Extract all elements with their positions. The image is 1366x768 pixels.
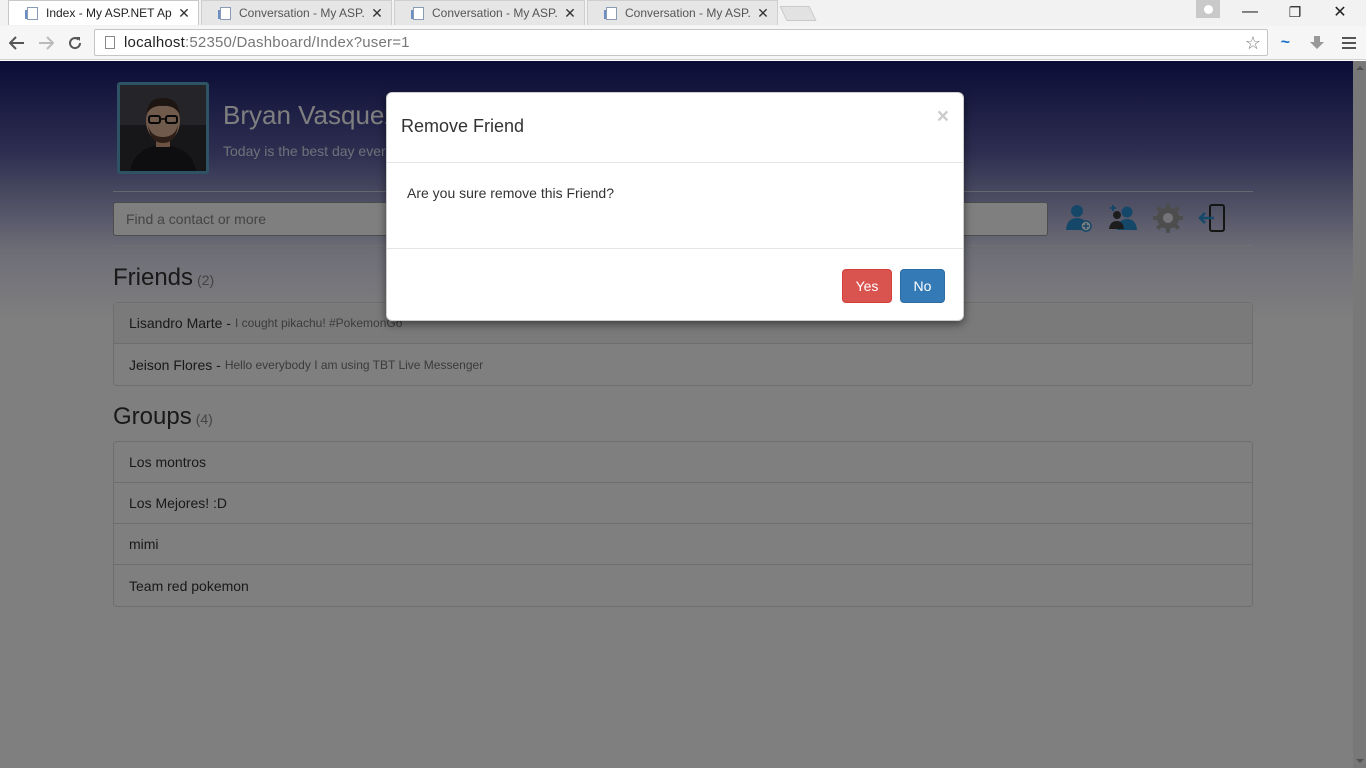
tab-title: Conversation - My ASP.NE bbox=[239, 6, 365, 20]
page-icon bbox=[25, 6, 38, 20]
tab-title: Conversation - My ASP.NE bbox=[432, 6, 558, 20]
tab-close-icon[interactable]: ✕ bbox=[178, 5, 190, 22]
modal-title: Remove Friend bbox=[401, 116, 525, 136]
close-icon[interactable]: × bbox=[937, 105, 949, 129]
forward-arrow-icon[interactable] bbox=[34, 31, 58, 55]
yes-button[interactable]: Yes bbox=[842, 269, 892, 303]
tab-close-icon[interactable]: ✕ bbox=[564, 5, 576, 22]
page-icon bbox=[604, 6, 617, 20]
download-icon[interactable] bbox=[1306, 33, 1328, 53]
tab-close-icon[interactable]: ✕ bbox=[371, 5, 383, 22]
menu-icon[interactable] bbox=[1338, 33, 1360, 53]
page-info-icon[interactable] bbox=[105, 36, 115, 49]
browser-tab-conversation-2[interactable]: Conversation - My ASP.NE ✕ bbox=[394, 0, 585, 25]
back-arrow-icon[interactable] bbox=[5, 31, 29, 55]
extension-icon[interactable]: ~ bbox=[1274, 33, 1296, 53]
tab-close-icon[interactable]: ✕ bbox=[757, 5, 769, 22]
browser-tab-index[interactable]: Index - My ASP.NET Appli ✕ bbox=[8, 0, 199, 25]
tab-title: Conversation - My ASP.NE bbox=[625, 6, 751, 20]
close-window-button[interactable]: ✕ bbox=[1318, 0, 1362, 24]
remove-friend-dialog: Remove Friend × Are you sure remove this… bbox=[386, 92, 964, 321]
url-text: localhost:52350/Dashboard/Index?user=1 bbox=[124, 34, 410, 51]
confirmation-message: Are you sure remove this Friend? bbox=[407, 185, 614, 201]
browser-tab-conversation-3[interactable]: Conversation - My ASP.NE ✕ bbox=[587, 0, 778, 25]
modal-footer: Yes No bbox=[387, 249, 963, 321]
minimize-button[interactable]: — bbox=[1228, 0, 1272, 24]
browser-tab-conversation-1[interactable]: Conversation - My ASP.NE ✕ bbox=[201, 0, 392, 25]
page-icon bbox=[218, 6, 231, 20]
bookmark-star-icon[interactable]: ☆ bbox=[1245, 33, 1261, 54]
no-button[interactable]: No bbox=[900, 269, 945, 303]
browser-toolbar: localhost:52350/Dashboard/Index?user=1 ☆… bbox=[0, 26, 1366, 60]
page-icon bbox=[411, 6, 424, 20]
restore-button[interactable]: ❐ bbox=[1273, 0, 1317, 24]
browser-tab-strip: Index - My ASP.NET Appli ✕ Conversation … bbox=[0, 0, 1366, 26]
new-tab-button[interactable] bbox=[779, 6, 817, 21]
tab-title: Index - My ASP.NET Appli bbox=[46, 6, 172, 20]
reload-icon[interactable] bbox=[63, 31, 87, 55]
browser-profile-icon[interactable] bbox=[1196, 0, 1220, 18]
address-bar[interactable]: localhost:52350/Dashboard/Index?user=1 ☆ bbox=[94, 29, 1268, 56]
modal-header: Remove Friend × bbox=[387, 93, 963, 163]
modal-body: Are you sure remove this Friend? bbox=[387, 163, 963, 249]
